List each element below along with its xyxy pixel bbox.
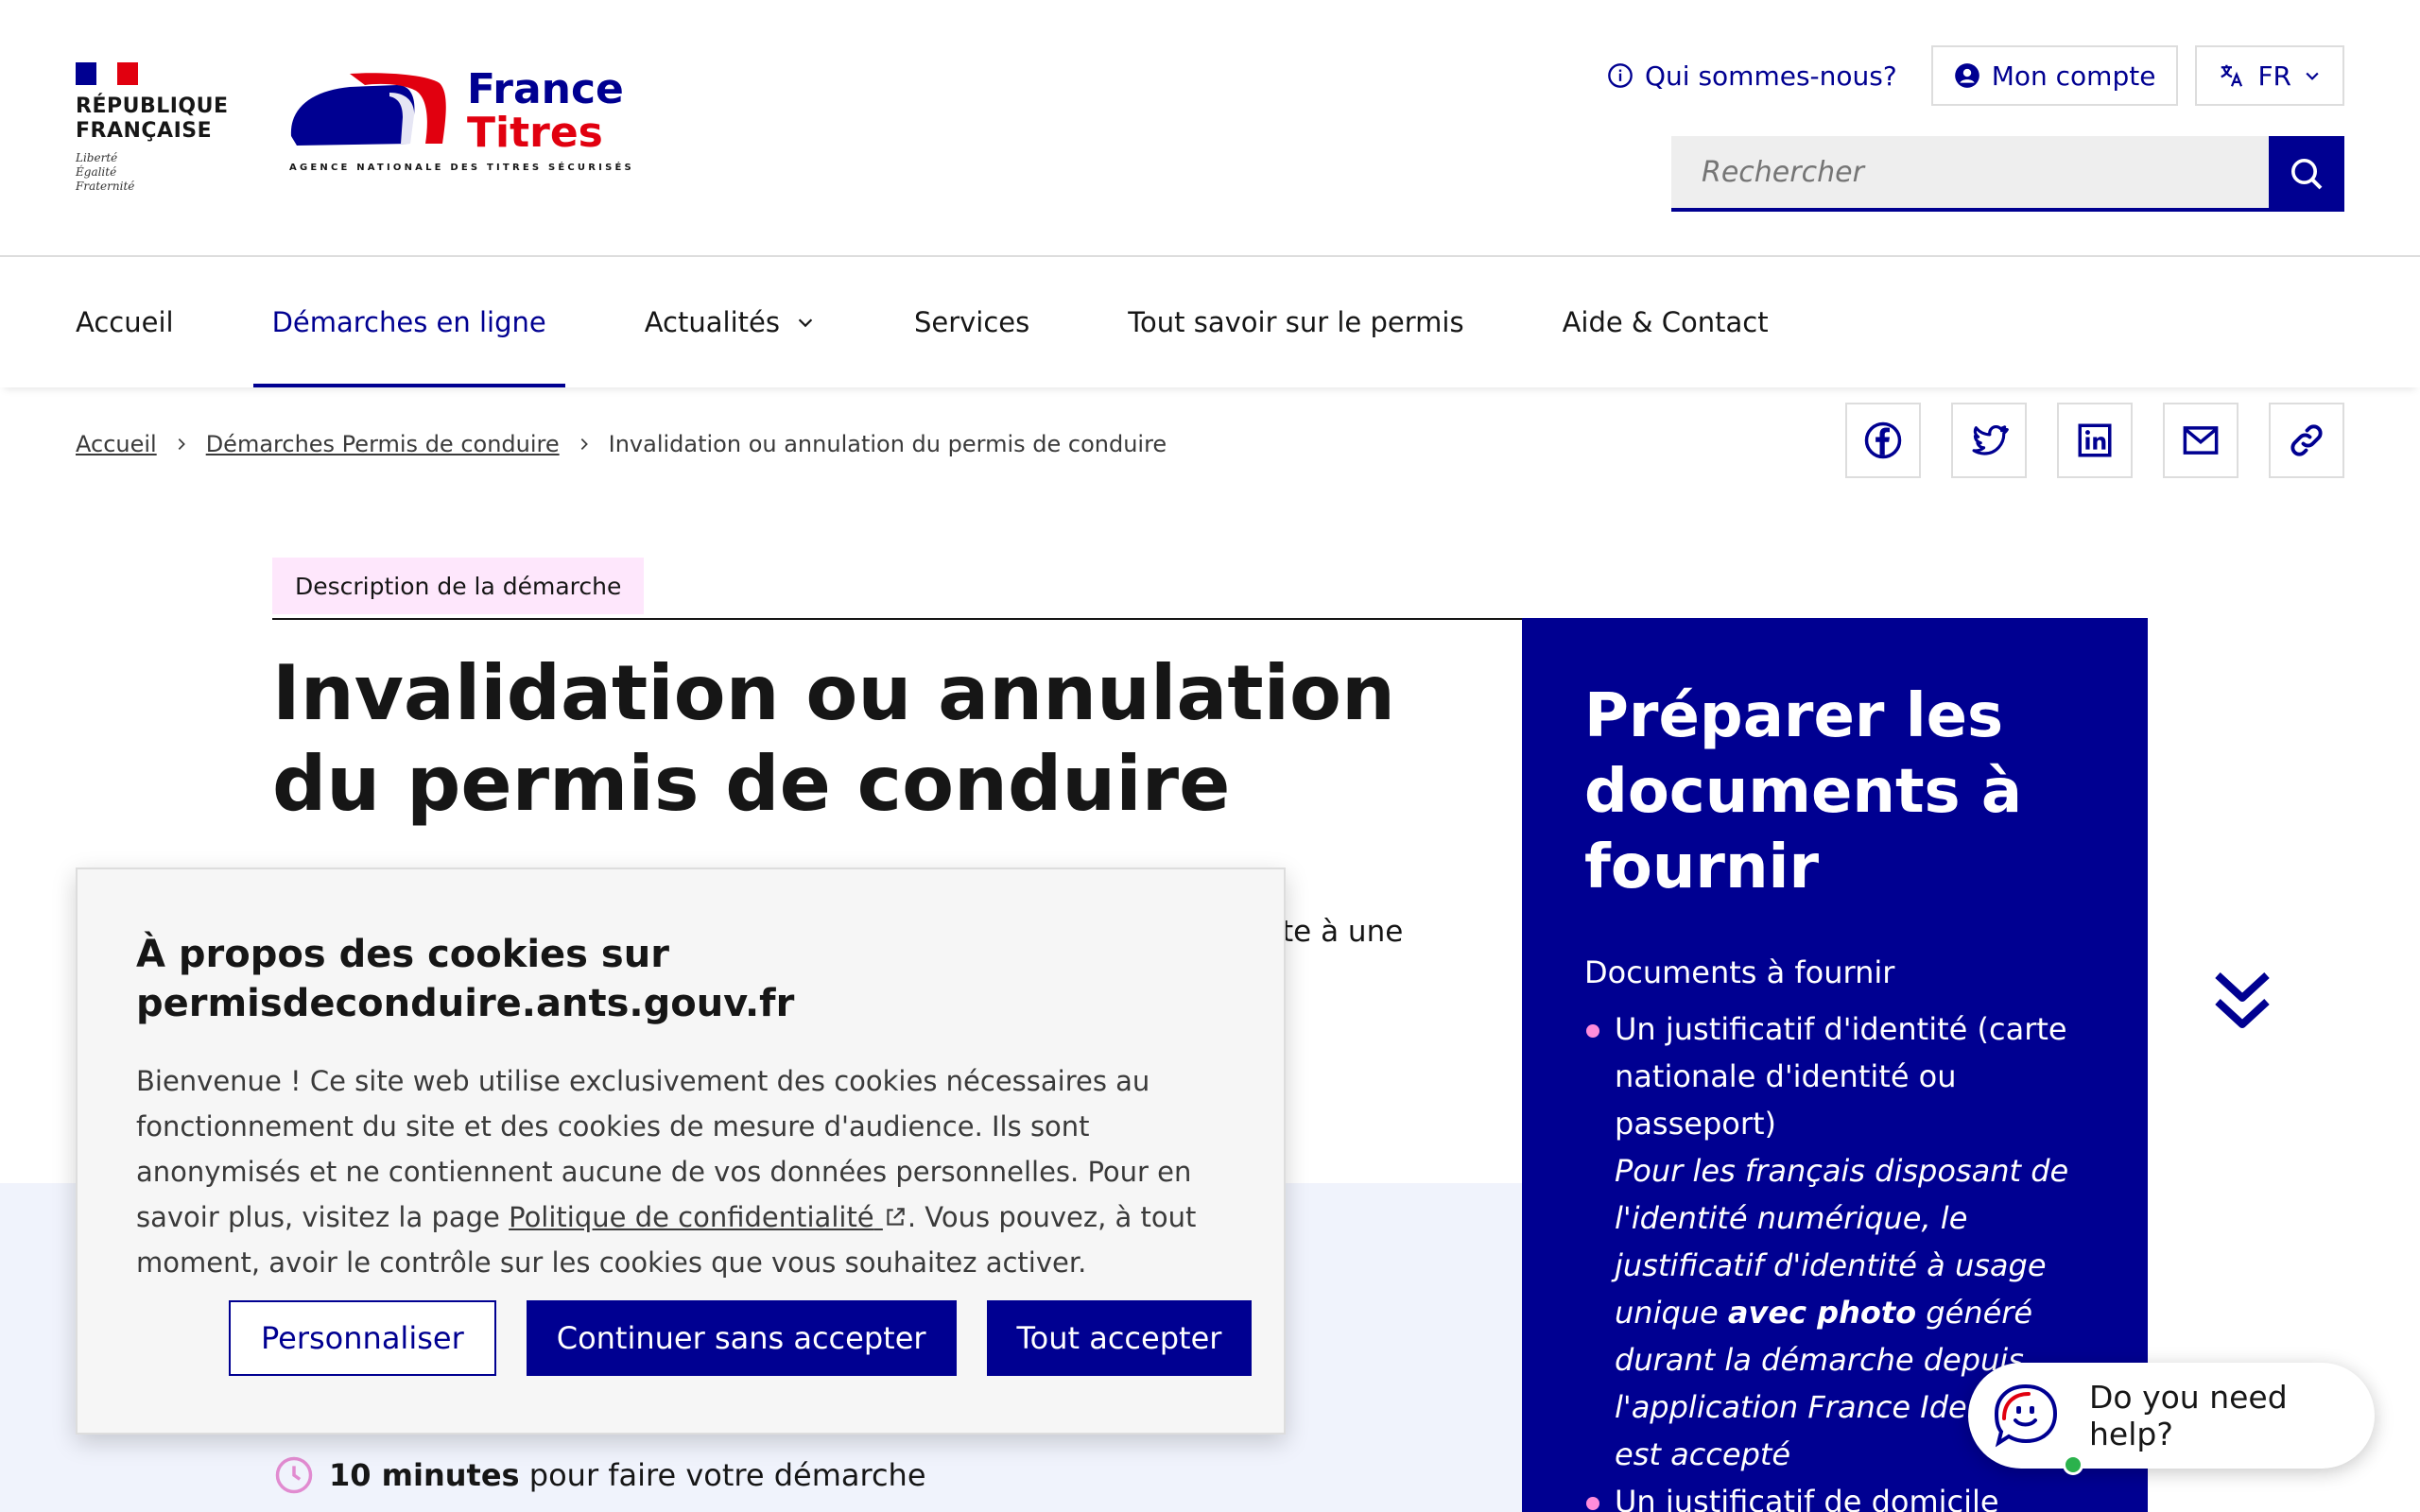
nav-label: Tout savoir sur le permis: [1128, 306, 1464, 338]
motto-liberte: Liberté: [76, 151, 118, 164]
twitter-icon: [1972, 424, 2009, 455]
chevron-right-icon: [178, 438, 185, 450]
intro-text: te à une: [1282, 915, 1404, 949]
nav-item-aide[interactable]: Aide & Contact: [1513, 257, 1818, 387]
france-titres-mark-icon: [290, 73, 446, 146]
nav-label: Démarches en ligne: [271, 306, 546, 338]
nav-label: Aide & Contact: [1562, 306, 1769, 338]
share-buttons: [1845, 403, 2344, 478]
help-chat-button[interactable]: Do you need help?: [1968, 1363, 2375, 1475]
search-button[interactable]: [2269, 136, 2344, 212]
search-icon: [2291, 159, 2323, 190]
duration-info: 10 minutes pour faire votre démarche: [274, 1455, 926, 1495]
chat-assistant-icon: [1991, 1381, 2083, 1475]
about-link[interactable]: Qui sommes-nous?: [1590, 45, 1914, 106]
mail-icon: [2183, 426, 2219, 455]
duration-value: 10 minutes: [329, 1457, 520, 1493]
account-label: Mon compte: [1991, 60, 2156, 92]
rf-motto: Liberté Égalité Fraternité: [76, 151, 236, 194]
language-label: FR: [2257, 60, 2291, 92]
nav-item-permis[interactable]: Tout savoir sur le permis: [1079, 257, 1512, 387]
linkedin-icon: [2078, 423, 2112, 457]
cookie-text: Bienvenue ! Ce site web utilise exclusiv…: [136, 1058, 1225, 1285]
list-item: Un justificatif de domicile datant de mo…: [1584, 1478, 2085, 1512]
rf-line2: FRANÇAISE: [76, 119, 213, 143]
brand-line1: France: [467, 65, 624, 113]
chat-bubble-icon: [1994, 1383, 2058, 1448]
document-domicile: Un justificatif de domicile datant de mo…: [1615, 1484, 1999, 1512]
copy-link-button[interactable]: [2269, 403, 2344, 478]
privacy-policy-link[interactable]: Politique de confidentialité: [509, 1201, 908, 1233]
title-divider: [272, 618, 1524, 620]
nav-item-actualites[interactable]: Actualités: [596, 257, 865, 387]
share-email-button[interactable]: [2163, 403, 2238, 478]
search-input[interactable]: [1671, 136, 2269, 212]
nav-label: Services: [913, 306, 1030, 338]
account-button[interactable]: Mon compte: [1930, 45, 2179, 106]
rf-line1: RÉPUBLIQUE: [76, 94, 229, 118]
breadcrumb-link-demarches[interactable]: Démarches Permis de conduire: [206, 431, 560, 457]
cookie-title: À propos des cookies sur permisdeconduir…: [136, 933, 795, 1025]
motto-fraternite: Fraternité: [76, 180, 135, 193]
external-link-icon: [887, 1208, 905, 1226]
nav-label: Actualités: [644, 306, 780, 338]
site-header: RÉPUBLIQUE FRANÇAISE Liberté Égalité Fra…: [0, 0, 2420, 257]
nav-item-accueil[interactable]: Accueil: [76, 257, 223, 387]
user-icon: [1954, 63, 1979, 88]
about-label: Qui sommes-nous?: [1644, 60, 1897, 92]
france-titres-logo[interactable]: France Titres AGENCE NATIONALE DES TITRE…: [284, 66, 631, 180]
main-navigation: Accueil Démarches en ligne Actualités Se…: [0, 257, 2420, 387]
info-icon: [1608, 63, 1633, 88]
header-tools: Qui sommes-nous? Mon compte FR: [1590, 45, 2344, 106]
motto-egalite: Égalité: [76, 165, 117, 179]
brand-line2: Titres: [467, 109, 603, 157]
breadcrumb-link-accueil[interactable]: Accueil: [76, 431, 157, 457]
online-status-dot: [2063, 1454, 2083, 1475]
document-identity: Un justificatif d'identité (carte nation…: [1615, 1011, 2067, 1142]
panel-subtitle: Documents à fournir: [1584, 954, 1895, 990]
share-linkedin-button[interactable]: [2057, 403, 2133, 478]
customize-button[interactable]: Personnaliser: [229, 1300, 496, 1376]
language-selector[interactable]: FR: [2195, 45, 2344, 106]
nav-label: Accueil: [76, 306, 174, 338]
share-twitter-button[interactable]: [1951, 403, 2027, 478]
chevron-down-icon: [798, 318, 813, 328]
page-title: Invalidation ou annulation du permis de …: [272, 649, 1395, 828]
share-facebook-button[interactable]: [1845, 403, 1921, 478]
procedure-tag: Description de la démarche: [272, 558, 645, 614]
breadcrumb-current: Invalidation ou annulation du permis de …: [608, 431, 1167, 457]
translate-icon: [2221, 64, 2243, 87]
accept-all-button[interactable]: Tout accepter: [986, 1300, 1253, 1376]
search-bar: [1671, 136, 2344, 212]
cookie-actions: Personnaliser Continuer sans accepter To…: [229, 1300, 1253, 1376]
chevron-down-icon: [2306, 72, 2319, 80]
brand-tagline: AGENCE NATIONALE DES TITRES SÉCURISÉS: [289, 163, 634, 173]
flag-icon: [76, 62, 138, 85]
rf-name: RÉPUBLIQUE FRANÇAISE: [76, 94, 236, 144]
continue-without-accepting-button[interactable]: Continuer sans accepter: [526, 1300, 957, 1376]
link-icon: [2290, 424, 2323, 456]
scroll-down-icon[interactable]: [2212, 968, 2273, 1034]
privacy-link-label: Politique de confidentialité: [509, 1201, 874, 1233]
note-bold: avec photo: [1727, 1295, 1917, 1331]
duration-label: pour faire votre démarche: [528, 1457, 926, 1493]
cookie-banner: À propos des cookies sur permisdeconduir…: [76, 868, 1286, 1435]
breadcrumb: Accueil Démarches Permis de conduire Inv…: [76, 431, 1167, 457]
facebook-icon: [1864, 421, 1902, 459]
nav-item-services[interactable]: Services: [865, 257, 1079, 387]
nav-item-demarches[interactable]: Démarches en ligne: [223, 257, 596, 387]
help-label: Do you need help?: [2089, 1379, 2288, 1452]
republique-francaise-logo[interactable]: RÉPUBLIQUE FRANÇAISE Liberté Égalité Fra…: [76, 62, 236, 194]
panel-title: Préparer les documents à fournir: [1584, 681, 2023, 902]
clock-icon: [275, 1456, 313, 1494]
france-titres-name: France Titres: [467, 68, 624, 155]
chevron-right-icon: [580, 438, 588, 450]
